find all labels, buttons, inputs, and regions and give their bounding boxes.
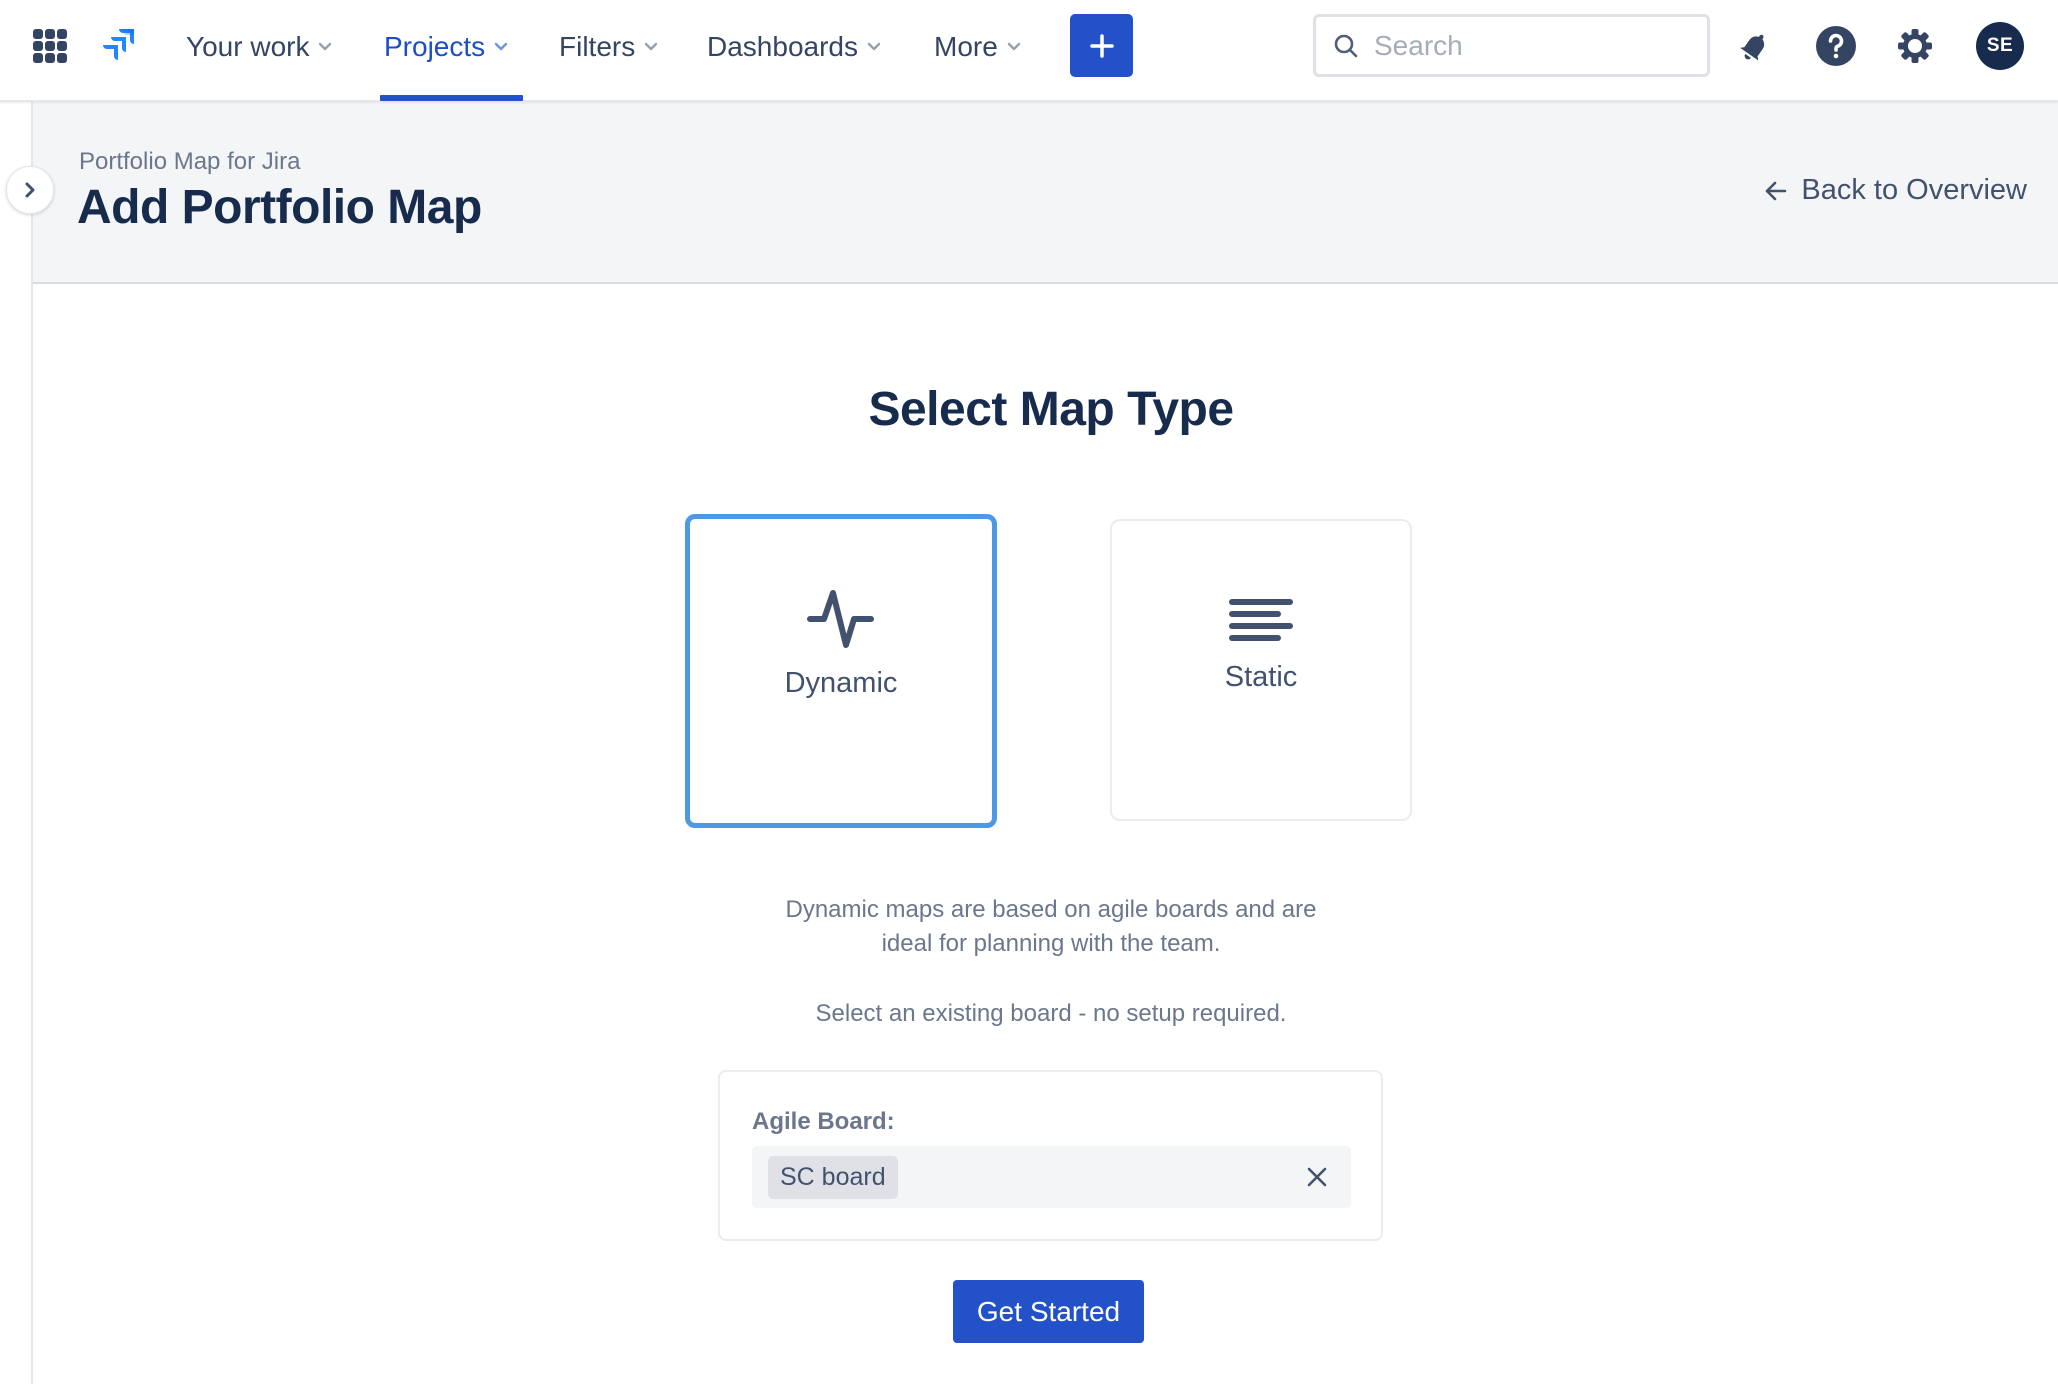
board-hint: Select an existing board - no setup requ… (815, 1000, 1287, 1027)
agile-board-panel: Agile Board: SC board (718, 1070, 1383, 1241)
create-button[interactable] (1070, 14, 1133, 77)
user-avatar[interactable]: SE (1976, 22, 2024, 70)
nav-more[interactable]: More (934, 26, 1022, 68)
activity-pulse-icon (807, 590, 874, 648)
plus-icon (1089, 33, 1114, 58)
description-line: ideal for planning with the team. (881, 930, 1221, 957)
chevron-down-icon (494, 42, 508, 51)
app-switcher-grid-icon[interactable] (33, 29, 67, 63)
arrow-left-icon (1766, 181, 1787, 200)
nav-your-work[interactable]: Your work (186, 26, 333, 68)
nav-filters-label: Filters (559, 31, 636, 62)
sidebar-collapsed-edge (31, 102, 33, 1384)
description-line: Dynamic maps are based on agile boards a… (785, 896, 1317, 923)
chevron-down-icon (319, 42, 332, 51)
align-left-lines-icon (1229, 599, 1293, 641)
search-icon (1334, 34, 1358, 57)
close-icon (1307, 1167, 1327, 1187)
nav-more-label: More (934, 31, 998, 62)
nav-filters[interactable]: Filters (559, 26, 659, 68)
map-type-label-static: Static (1224, 661, 1298, 693)
top-navigation: Your work Projects Filters Dashboards Mo… (0, 0, 2058, 102)
section-title: Select Map Type (868, 383, 1234, 436)
nav-dashboards-label: Dashboards (707, 31, 858, 62)
chevron-down-icon (867, 42, 881, 51)
map-type-card-static[interactable]: Static (1110, 519, 1412, 821)
back-to-overview-link[interactable]: Back to Overview (1763, 174, 2027, 207)
selected-board-tag: SC board (768, 1156, 898, 1199)
map-type-description: Dynamic maps are based on agile boards a… (0, 893, 2058, 961)
jira-logo-icon[interactable] (96, 27, 138, 67)
help-icon (1816, 26, 1856, 66)
nav-projects[interactable]: Projects (384, 26, 509, 68)
chevron-right-icon (25, 182, 35, 198)
expand-sidebar-button[interactable] (6, 166, 54, 214)
search-input[interactable] (1374, 29, 1694, 62)
agile-board-select[interactable]: SC board (752, 1146, 1351, 1208)
settings-button[interactable] (1891, 22, 1939, 70)
nav-your-work-label: Your work (186, 31, 310, 62)
active-nav-indicator (380, 95, 523, 101)
get-started-button[interactable]: Get Started (953, 1280, 1144, 1343)
bell-icon (1740, 34, 1765, 61)
gear-icon (1898, 29, 1932, 63)
page-header: Portfolio Map for Jira Add Portfolio Map… (33, 102, 2058, 284)
breadcrumb[interactable]: Portfolio Map for Jira (79, 148, 300, 176)
nav-projects-label: Projects (384, 31, 486, 62)
chevron-down-icon (1007, 42, 1020, 51)
help-button[interactable] (1812, 22, 1860, 70)
back-to-overview-label: Back to Overview (1801, 174, 2027, 206)
map-type-card-dynamic[interactable]: Dynamic (685, 514, 997, 828)
agile-board-label: Agile Board: (752, 1108, 895, 1135)
page-title: Add Portfolio Map (77, 181, 482, 234)
clear-selection-button[interactable] (1301, 1161, 1333, 1193)
search-box[interactable] (1313, 14, 1710, 77)
chevron-down-icon (645, 42, 658, 51)
map-type-label-dynamic: Dynamic (784, 667, 898, 699)
nav-dashboards[interactable]: Dashboards (707, 26, 882, 68)
notifications-button[interactable] (1731, 22, 1779, 70)
